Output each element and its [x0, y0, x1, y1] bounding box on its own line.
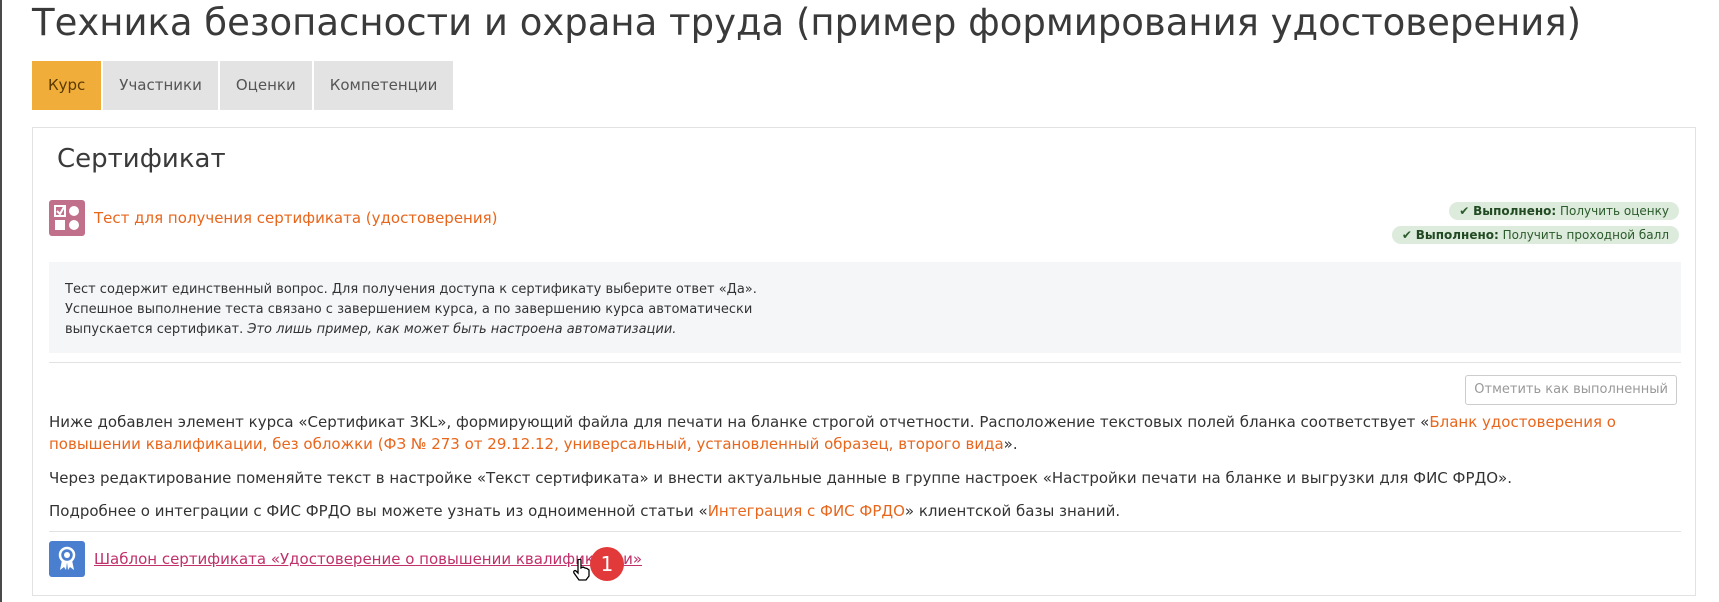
certificate-icon — [49, 541, 85, 577]
info-paragraph-blank: Ниже добавлен элемент курса «Сертификат … — [49, 413, 1616, 453]
info-paragraph-edit: Через редактирование поменяйте текст в н… — [49, 469, 1512, 487]
quiz-icon — [49, 200, 85, 236]
completion-badge-grade: ✔ Выполнено: Получить оценку — [1449, 202, 1679, 220]
tab-course[interactable]: Курс — [32, 61, 102, 110]
page-title: Техника безопасности и охрана труда (при… — [32, 1, 1582, 44]
tab-competencies[interactable]: Компетенции — [313, 61, 454, 110]
hand-cursor-icon — [573, 558, 591, 585]
info-paragraph-integration: Подробнее о интеграции с ФИС ФРДО вы мож… — [49, 502, 1121, 520]
left-border — [0, 0, 2, 602]
tab-grades[interactable]: Оценки — [219, 61, 312, 110]
certificate-activity: Шаблон сертификата «Удостоверение о повы… — [49, 541, 642, 577]
course-section-card: Сертификат Тест для получения сертификат… — [32, 127, 1696, 596]
completion-badges: ✔ Выполнено: Получить оценку ✔ Выполнено… — [1391, 202, 1679, 250]
description-line: Тест содержит единственный вопрос. Для п… — [65, 282, 757, 297]
check-icon: ✔ — [1459, 204, 1470, 218]
description-line: выпускается сертификат. Это лишь пример,… — [65, 322, 677, 337]
quiz-description: Тест содержит единственный вопрос. Для п… — [49, 262, 1681, 353]
completion-badge-passing: ✔ Выполнено: Получить проходной балл — [1391, 226, 1679, 244]
certificate-template-link[interactable]: Шаблон сертификата «Удостоверение о повы… — [94, 550, 642, 568]
mark-done-button[interactable]: Отметить как выполненный — [1465, 375, 1677, 405]
check-icon: ✔ — [1401, 228, 1412, 242]
course-tabs: Курс Участники Оценки Компетенции — [32, 61, 455, 110]
divider — [49, 531, 1681, 532]
section-title: Сертификат — [57, 144, 226, 174]
quiz-link[interactable]: Тест для получения сертификата (удостове… — [94, 209, 497, 227]
description-line: Успешное выполнение теста связано с заве… — [65, 302, 753, 317]
tab-participants[interactable]: Участники — [103, 61, 218, 110]
frdo-integration-link[interactable]: Интеграция с ФИС ФРДО — [708, 502, 905, 520]
divider — [49, 362, 1681, 363]
step-number-badge: 1 — [590, 547, 624, 581]
quiz-activity: Тест для получения сертификата (удостове… — [49, 200, 497, 236]
